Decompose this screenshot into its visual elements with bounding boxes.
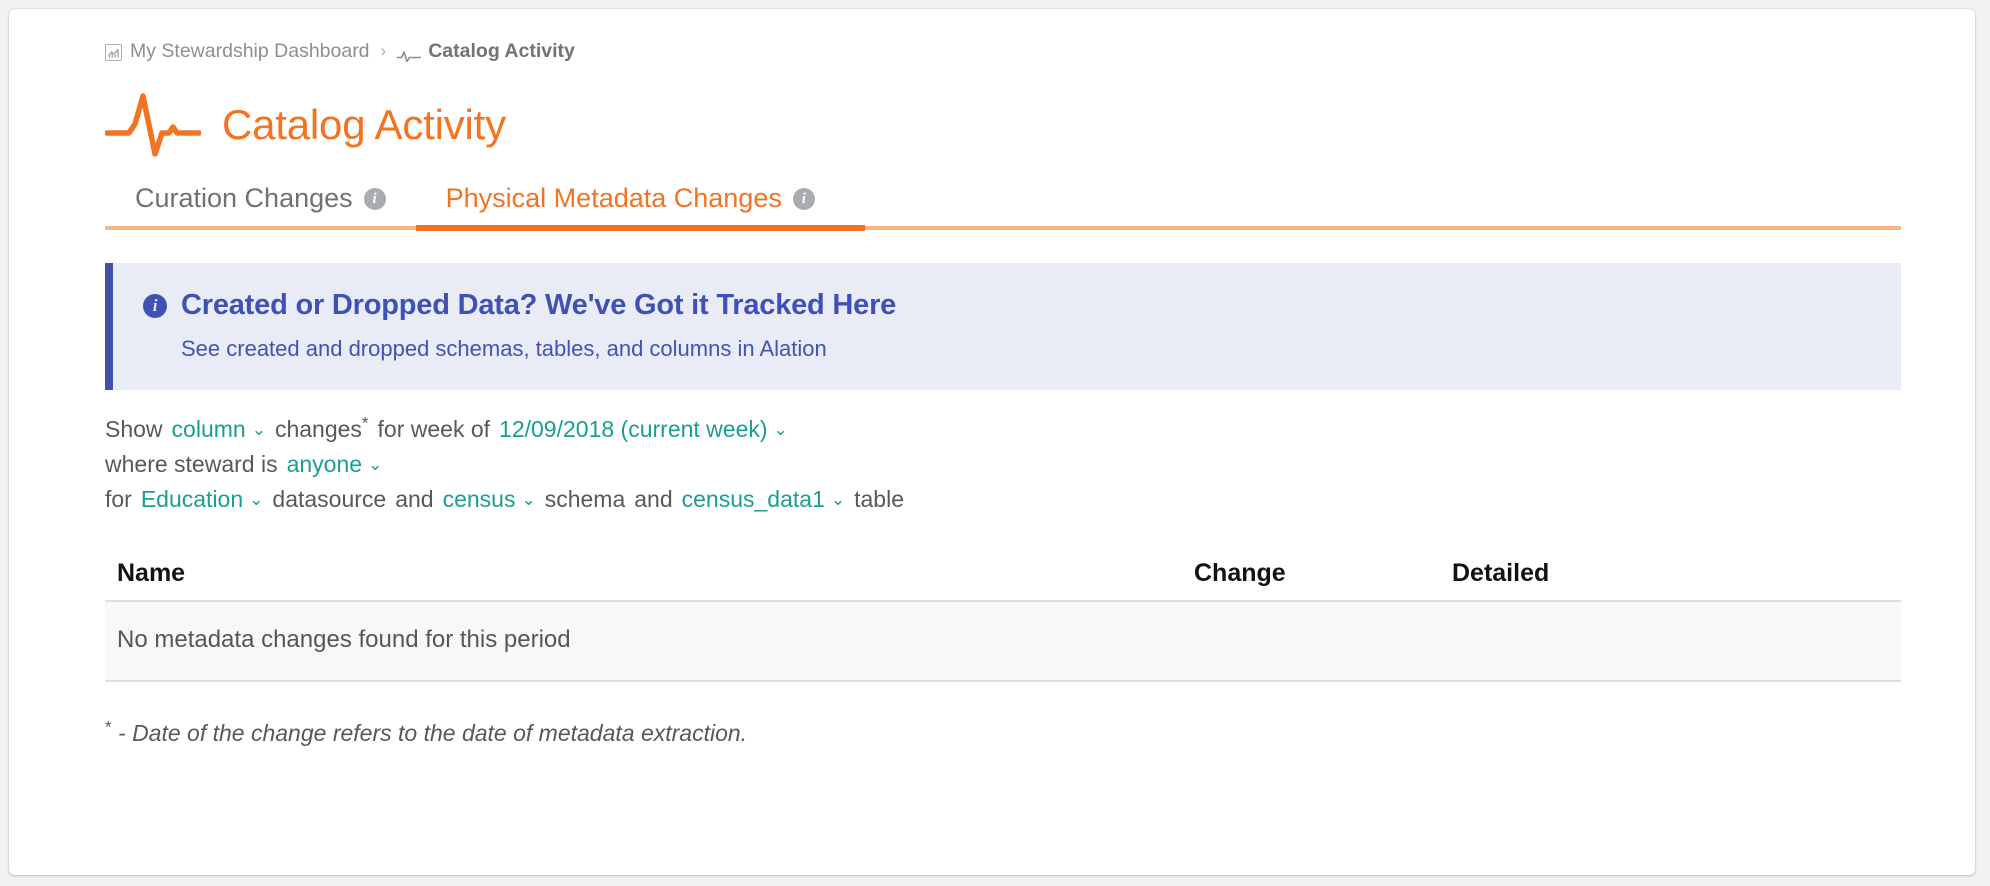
info-icon[interactable]: i bbox=[363, 187, 386, 210]
filter-dropdown-datasource[interactable]: Education ⌄ bbox=[141, 486, 264, 512]
column-header-detailed: Detailed bbox=[1452, 559, 1550, 587]
table-empty-state: No metadata changes found for this perio… bbox=[105, 602, 1901, 682]
filter-label-table: table bbox=[854, 486, 904, 512]
tab-underline bbox=[105, 225, 1901, 231]
chevron-down-icon: ⌄ bbox=[773, 420, 788, 439]
filter-line-3: for Education ⌄ datasource and census ⌄ schema a… bbox=[105, 484, 1975, 517]
filter-dropdown-schema[interactable]: census ⌄ bbox=[443, 486, 536, 512]
chevron-down-icon: ⌄ bbox=[521, 490, 536, 509]
tabs-container: Curation Changes i Physical Metadata Cha… bbox=[105, 183, 1901, 231]
banner-title: Created or Dropped Data? We've Got it Tr… bbox=[181, 289, 897, 321]
footnote: * - Date of the change refers to the dat… bbox=[105, 717, 1975, 747]
filter-dropdown-table[interactable]: census_data1 ⌄ bbox=[682, 486, 845, 512]
tab-label: Physical Metadata Changes bbox=[445, 183, 782, 213]
filter-dropdown-value: census bbox=[442, 486, 516, 512]
filter-sentence: Show column ⌄ changes* for week of 12/09/2018… bbox=[105, 414, 1975, 517]
banner-subtitle: See created and dropped schemas, tables,… bbox=[181, 336, 827, 361]
table-header-row: Name Change Detailed bbox=[105, 559, 1901, 602]
tab-label: Curation Changes bbox=[135, 183, 353, 213]
filter-label-datasource: datasource bbox=[272, 486, 387, 512]
pulse-icon bbox=[396, 46, 423, 63]
banner-title-row: i Created or Dropped Data? We've Got it … bbox=[143, 289, 1901, 322]
card-inner: My Stewardship Dashboard › Catalog Activ… bbox=[9, 9, 1975, 747]
filter-footnote-marker: * bbox=[361, 413, 369, 433]
filter-dropdown-object-type[interactable]: column ⌄ bbox=[172, 416, 266, 442]
breadcrumb-link-dashboard[interactable]: My Stewardship Dashboard bbox=[130, 40, 370, 63]
filter-label-changes: changes bbox=[274, 416, 362, 442]
changes-table: Name Change Detailed No metadata changes… bbox=[105, 559, 1901, 682]
filter-label-and-1: and bbox=[395, 486, 434, 512]
column-header-change: Change bbox=[1194, 559, 1286, 587]
chevron-down-icon: ⌄ bbox=[368, 455, 383, 474]
filter-dropdown-value: anyone bbox=[286, 451, 363, 477]
dashboard-chart-icon bbox=[105, 43, 122, 61]
info-banner: i Created or Dropped Data? We've Got it … bbox=[105, 263, 1901, 390]
page-background: My Stewardship Dashboard › Catalog Activ… bbox=[0, 0, 1990, 886]
tab-list: Curation Changes i Physical Metadata Cha… bbox=[105, 183, 1901, 226]
chevron-down-icon: ⌄ bbox=[830, 490, 846, 509]
page-header: Catalog Activity bbox=[104, 89, 1975, 161]
filter-line-1: Show column ⌄ changes* for week of 12/09/2018… bbox=[105, 414, 1975, 447]
info-icon[interactable]: i bbox=[792, 187, 815, 210]
tab-curation-changes[interactable]: Curation Changes i bbox=[105, 183, 416, 226]
content-card: My Stewardship Dashboard › Catalog Activ… bbox=[9, 9, 1975, 875]
filter-dropdown-week[interactable]: 12/09/2018 (current week) ⌄ bbox=[499, 416, 788, 442]
filter-label-for-week-of: for week of bbox=[377, 416, 491, 442]
filter-dropdown-value: column bbox=[171, 416, 246, 442]
page-title: Catalog Activity bbox=[222, 101, 506, 148]
breadcrumb-current: Catalog Activity bbox=[428, 39, 575, 62]
breadcrumb: My Stewardship Dashboard › Catalog Activ… bbox=[105, 39, 1975, 63]
filter-dropdown-value: 12/09/2018 (current week) bbox=[499, 416, 768, 442]
filter-label-steward: where steward is bbox=[105, 451, 278, 477]
footnote-text: - Date of the change refers to the date … bbox=[118, 720, 748, 746]
filter-dropdown-value: Education bbox=[140, 486, 244, 512]
breadcrumb-separator: › bbox=[380, 41, 387, 60]
filter-line-2: where steward is anyone ⌄ bbox=[105, 449, 1975, 482]
filter-dropdown-value: census_data1 bbox=[681, 486, 825, 512]
column-header-name: Name bbox=[117, 559, 186, 587]
chevron-down-icon: ⌄ bbox=[249, 490, 264, 509]
filter-label-show: Show bbox=[105, 416, 163, 442]
tab-physical-metadata-changes[interactable]: Physical Metadata Changes i bbox=[416, 183, 845, 226]
footnote-marker: * bbox=[105, 717, 112, 737]
pulse-icon-large bbox=[104, 90, 202, 160]
filter-label-and-2: and bbox=[634, 486, 673, 512]
tab-active-indicator bbox=[416, 225, 865, 231]
info-circle-icon: i bbox=[143, 293, 167, 318]
filter-label-for: for bbox=[105, 486, 132, 512]
filter-label-schema: schema bbox=[544, 486, 626, 512]
filter-dropdown-steward[interactable]: anyone ⌄ bbox=[287, 451, 383, 477]
chevron-down-icon: ⌄ bbox=[251, 420, 266, 439]
